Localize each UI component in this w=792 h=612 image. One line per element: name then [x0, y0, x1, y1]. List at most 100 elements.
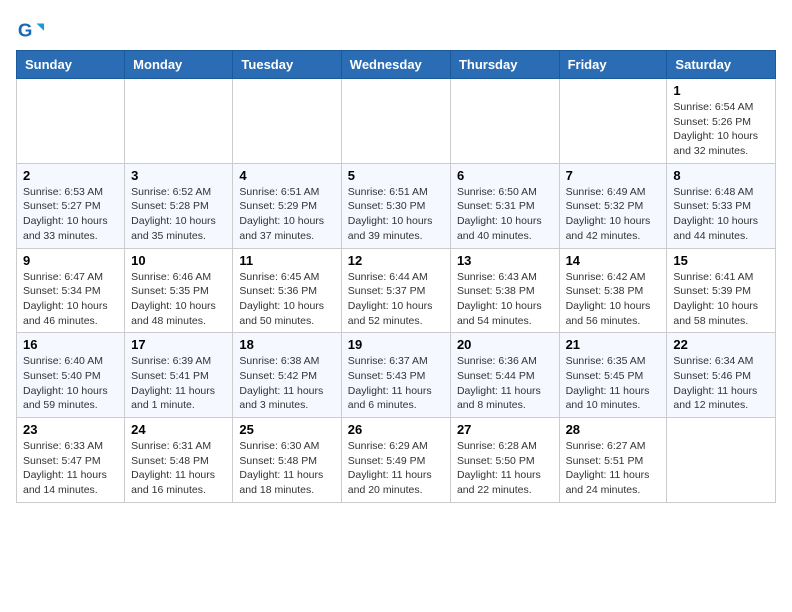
calendar-cell: 14 Sunrise: 6:42 AM Sunset: 5:38 PM Dayli…	[559, 248, 667, 333]
day-info: Sunrise: 6:44 AM Sunset: 5:37 PM Dayligh…	[348, 270, 444, 329]
page-header: G	[16, 16, 776, 44]
day-number: 9	[23, 253, 118, 268]
day-number: 19	[348, 337, 444, 352]
weekday-header-friday: Friday	[559, 51, 667, 79]
day-info: Sunrise: 6:47 AM Sunset: 5:34 PM Dayligh…	[23, 270, 118, 329]
day-number: 8	[673, 168, 769, 183]
day-info: Sunrise: 6:46 AM Sunset: 5:35 PM Dayligh…	[131, 270, 226, 329]
calendar-cell: 11 Sunrise: 6:45 AM Sunset: 5:36 PM Dayli…	[233, 248, 341, 333]
day-info: Sunrise: 6:50 AM Sunset: 5:31 PM Dayligh…	[457, 185, 553, 244]
calendar-week-2: 2 Sunrise: 6:53 AM Sunset: 5:27 PM Daylig…	[17, 163, 776, 248]
day-number: 10	[131, 253, 226, 268]
weekday-header-thursday: Thursday	[450, 51, 559, 79]
calendar-cell: 15 Sunrise: 6:41 AM Sunset: 5:39 PM Dayli…	[667, 248, 776, 333]
day-number: 6	[457, 168, 553, 183]
day-number: 21	[566, 337, 661, 352]
weekday-header-tuesday: Tuesday	[233, 51, 341, 79]
calendar-cell: 21 Sunrise: 6:35 AM Sunset: 5:45 PM Dayli…	[559, 333, 667, 418]
weekday-header-sunday: Sunday	[17, 51, 125, 79]
calendar-cell: 16 Sunrise: 6:40 AM Sunset: 5:40 PM Dayli…	[17, 333, 125, 418]
calendar-cell: 12 Sunrise: 6:44 AM Sunset: 5:37 PM Dayli…	[341, 248, 450, 333]
calendar-week-1: 1 Sunrise: 6:54 AM Sunset: 5:26 PM Daylig…	[17, 79, 776, 164]
day-number: 11	[239, 253, 334, 268]
day-info: Sunrise: 6:35 AM Sunset: 5:45 PM Dayligh…	[566, 354, 661, 413]
calendar-cell	[233, 79, 341, 164]
calendar-header: SundayMondayTuesdayWednesdayThursdayFrid…	[17, 51, 776, 79]
calendar-cell: 2 Sunrise: 6:53 AM Sunset: 5:27 PM Daylig…	[17, 163, 125, 248]
calendar-cell: 23 Sunrise: 6:33 AM Sunset: 5:47 PM Dayli…	[17, 418, 125, 503]
day-info: Sunrise: 6:38 AM Sunset: 5:42 PM Dayligh…	[239, 354, 334, 413]
weekday-header-saturday: Saturday	[667, 51, 776, 79]
day-info: Sunrise: 6:27 AM Sunset: 5:51 PM Dayligh…	[566, 439, 661, 498]
day-info: Sunrise: 6:28 AM Sunset: 5:50 PM Dayligh…	[457, 439, 553, 498]
calendar-cell	[125, 79, 233, 164]
day-info: Sunrise: 6:53 AM Sunset: 5:27 PM Dayligh…	[23, 185, 118, 244]
day-info: Sunrise: 6:31 AM Sunset: 5:48 PM Dayligh…	[131, 439, 226, 498]
day-info: Sunrise: 6:52 AM Sunset: 5:28 PM Dayligh…	[131, 185, 226, 244]
calendar-cell: 28 Sunrise: 6:27 AM Sunset: 5:51 PM Dayli…	[559, 418, 667, 503]
day-info: Sunrise: 6:45 AM Sunset: 5:36 PM Dayligh…	[239, 270, 334, 329]
calendar-cell: 8Sunrise: 6:48 AM Sunset: 5:33 PM Daylig…	[667, 163, 776, 248]
svg-text:G: G	[18, 20, 33, 41]
day-number: 20	[457, 337, 553, 352]
calendar-week-3: 9 Sunrise: 6:47 AM Sunset: 5:34 PM Daylig…	[17, 248, 776, 333]
day-number: 1	[673, 83, 769, 98]
day-number: 27	[457, 422, 553, 437]
calendar-cell: 18 Sunrise: 6:38 AM Sunset: 5:42 PM Dayli…	[233, 333, 341, 418]
day-info: Sunrise: 6:42 AM Sunset: 5:38 PM Dayligh…	[566, 270, 661, 329]
day-info: Sunrise: 6:29 AM Sunset: 5:49 PM Dayligh…	[348, 439, 444, 498]
day-number: 18	[239, 337, 334, 352]
calendar-cell: 26 Sunrise: 6:29 AM Sunset: 5:49 PM Dayli…	[341, 418, 450, 503]
calendar-cell	[450, 79, 559, 164]
day-info: Sunrise: 6:36 AM Sunset: 5:44 PM Dayligh…	[457, 354, 553, 413]
day-number: 14	[566, 253, 661, 268]
calendar-table: SundayMondayTuesdayWednesdayThursdayFrid…	[16, 50, 776, 503]
day-info: Sunrise: 6:33 AM Sunset: 5:47 PM Dayligh…	[23, 439, 118, 498]
day-number: 12	[348, 253, 444, 268]
day-number: 17	[131, 337, 226, 352]
day-number: 2	[23, 168, 118, 183]
logo: G	[16, 16, 48, 44]
calendar-cell: 9 Sunrise: 6:47 AM Sunset: 5:34 PM Daylig…	[17, 248, 125, 333]
day-info: Sunrise: 6:51 AM Sunset: 5:29 PM Dayligh…	[239, 185, 334, 244]
calendar-cell	[17, 79, 125, 164]
day-number: 28	[566, 422, 661, 437]
calendar-cell: 13Sunrise: 6:43 AM Sunset: 5:38 PM Dayli…	[450, 248, 559, 333]
day-number: 23	[23, 422, 118, 437]
calendar-week-5: 23 Sunrise: 6:33 AM Sunset: 5:47 PM Dayli…	[17, 418, 776, 503]
weekday-header-monday: Monday	[125, 51, 233, 79]
calendar-cell: 20 Sunrise: 6:36 AM Sunset: 5:44 PM Dayli…	[450, 333, 559, 418]
calendar-week-4: 16 Sunrise: 6:40 AM Sunset: 5:40 PM Dayli…	[17, 333, 776, 418]
logo-icon: G	[16, 16, 44, 44]
calendar-cell	[341, 79, 450, 164]
calendar-cell: 10 Sunrise: 6:46 AM Sunset: 5:35 PM Dayli…	[125, 248, 233, 333]
day-number: 13	[457, 253, 553, 268]
calendar-cell: 19 Sunrise: 6:37 AM Sunset: 5:43 PM Dayli…	[341, 333, 450, 418]
day-info: Sunrise: 6:54 AM Sunset: 5:26 PM Dayligh…	[673, 100, 769, 159]
calendar-cell: 1 Sunrise: 6:54 AM Sunset: 5:26 PM Daylig…	[667, 79, 776, 164]
day-number: 24	[131, 422, 226, 437]
day-number: 15	[673, 253, 769, 268]
calendar-body: 1 Sunrise: 6:54 AM Sunset: 5:26 PM Daylig…	[17, 79, 776, 503]
day-info: Sunrise: 6:30 AM Sunset: 5:48 PM Dayligh…	[239, 439, 334, 498]
day-number: 22	[673, 337, 769, 352]
day-info: Sunrise: 6:49 AM Sunset: 5:32 PM Dayligh…	[566, 185, 661, 244]
calendar-cell: 22 Sunrise: 6:34 AM Sunset: 5:46 PM Dayli…	[667, 333, 776, 418]
day-info: Sunrise: 6:51 AM Sunset: 5:30 PM Dayligh…	[348, 185, 444, 244]
day-number: 26	[348, 422, 444, 437]
weekday-header-wednesday: Wednesday	[341, 51, 450, 79]
day-number: 7	[566, 168, 661, 183]
day-number: 25	[239, 422, 334, 437]
day-info: Sunrise: 6:34 AM Sunset: 5:46 PM Dayligh…	[673, 354, 769, 413]
day-info: Sunrise: 6:37 AM Sunset: 5:43 PM Dayligh…	[348, 354, 444, 413]
calendar-cell	[559, 79, 667, 164]
day-info: Sunrise: 6:41 AM Sunset: 5:39 PM Dayligh…	[673, 270, 769, 329]
calendar-cell: 25 Sunrise: 6:30 AM Sunset: 5:48 PM Dayli…	[233, 418, 341, 503]
calendar-cell: 5Sunrise: 6:51 AM Sunset: 5:30 PM Daylig…	[341, 163, 450, 248]
day-number: 3	[131, 168, 226, 183]
calendar-cell: 7 Sunrise: 6:49 AM Sunset: 5:32 PM Daylig…	[559, 163, 667, 248]
weekday-header-row: SundayMondayTuesdayWednesdayThursdayFrid…	[17, 51, 776, 79]
day-info: Sunrise: 6:40 AM Sunset: 5:40 PM Dayligh…	[23, 354, 118, 413]
calendar-cell	[667, 418, 776, 503]
day-number: 16	[23, 337, 118, 352]
